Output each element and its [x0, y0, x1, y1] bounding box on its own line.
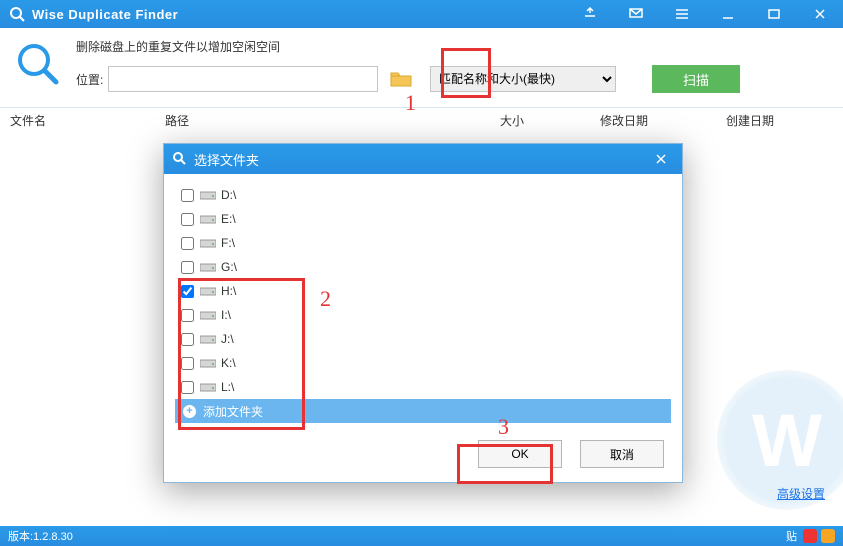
drive-icon — [200, 333, 216, 345]
drive-label: G:\ — [221, 260, 237, 274]
drive-label: J:\ — [221, 332, 234, 346]
drive-checkbox[interactable] — [181, 333, 194, 346]
drive-checkbox[interactable] — [181, 261, 194, 274]
browse-folder-button[interactable] — [382, 66, 420, 92]
drive-icon — [200, 237, 216, 249]
drive-checkbox[interactable] — [181, 189, 194, 202]
drive-list[interactable]: D:\ E:\ F:\ G:\ H:\ I:\ J:\ K:\ L:\ + 添加文… — [174, 182, 672, 424]
drive-row: I:\ — [175, 303, 671, 327]
col-path[interactable]: 路径 — [155, 112, 490, 129]
drive-row: G:\ — [175, 255, 671, 279]
header-description: 删除磁盘上的重复文件以增加空闲空间 — [76, 38, 829, 55]
menu-icon[interactable] — [659, 0, 705, 28]
drive-icon — [200, 189, 216, 201]
drive-label: D:\ — [221, 188, 236, 202]
maximize-button[interactable] — [751, 0, 797, 28]
cancel-button[interactable]: 取消 — [580, 440, 664, 468]
add-folder-label: 添加文件夹 — [203, 403, 263, 420]
dialog-title: 选择文件夹 — [194, 150, 648, 169]
drive-icon — [200, 309, 216, 321]
add-folder-row[interactable]: + 添加文件夹 — [175, 399, 671, 423]
col-modified[interactable]: 修改日期 — [590, 112, 716, 129]
drive-label: I:\ — [221, 308, 231, 322]
drive-row: F:\ — [175, 231, 671, 255]
dialog-titlebar: 选择文件夹 — [164, 144, 682, 174]
status-bar: 版本:1.2.8.30 贴 — [0, 526, 843, 546]
drive-icon — [200, 261, 216, 273]
drive-label: F:\ — [221, 236, 235, 250]
scan-button[interactable]: 扫描 — [652, 65, 740, 93]
location-input[interactable] — [108, 66, 378, 92]
drive-icon — [200, 357, 216, 369]
title-bar: Wise Duplicate Finder — [0, 0, 843, 28]
drive-checkbox[interactable] — [181, 237, 194, 250]
col-filename[interactable]: 文件名 — [0, 112, 155, 129]
drive-checkbox[interactable] — [181, 381, 194, 394]
drive-icon — [200, 285, 216, 297]
hint-icon[interactable] — [567, 0, 613, 28]
drive-label: H:\ — [221, 284, 236, 298]
drive-checkbox[interactable] — [181, 213, 194, 226]
advanced-settings-link[interactable]: 高级设置 — [777, 485, 825, 502]
close-button[interactable] — [797, 0, 843, 28]
feedback-icon[interactable] — [613, 0, 659, 28]
header-panel: 删除磁盘上的重复文件以增加空闲空间 位置: 匹配名称和大小(最快) 扫描 — [0, 28, 843, 108]
drive-icon — [200, 381, 216, 393]
folder-icon — [390, 70, 412, 88]
drive-checkbox[interactable] — [181, 285, 194, 298]
version-label: 版本:1.2.8.30 — [8, 528, 786, 544]
dialog-close-button[interactable] — [648, 147, 674, 171]
drive-icon — [200, 213, 216, 225]
app-icon — [8, 5, 26, 23]
location-label: 位置: — [76, 71, 108, 88]
drive-checkbox[interactable] — [181, 309, 194, 322]
drive-row: H:\ — [175, 279, 671, 303]
drive-label: K:\ — [221, 356, 236, 370]
drive-row: E:\ — [175, 207, 671, 231]
drive-row: L:\ — [175, 375, 671, 399]
dialog-icon — [172, 151, 188, 167]
drive-row: K:\ — [175, 351, 671, 375]
drive-checkbox[interactable] — [181, 357, 194, 370]
drive-label: E:\ — [221, 212, 236, 226]
app-title: Wise Duplicate Finder — [32, 7, 567, 22]
tray-icon-red[interactable] — [803, 529, 817, 543]
ok-button[interactable]: OK — [478, 440, 562, 468]
tray-icons: 贴 — [786, 528, 835, 544]
tray-label: 贴 — [786, 528, 797, 544]
system-buttons — [567, 0, 843, 28]
drive-row: D:\ — [175, 183, 671, 207]
col-size[interactable]: 大小 — [490, 112, 590, 129]
col-created[interactable]: 创建日期 — [716, 112, 843, 129]
plus-icon: + — [183, 405, 196, 418]
match-mode-select[interactable]: 匹配名称和大小(最快) — [430, 66, 616, 92]
magnifier-icon — [14, 40, 62, 88]
minimize-button[interactable] — [705, 0, 751, 28]
drive-label: L:\ — [221, 380, 234, 394]
select-folder-dialog: 选择文件夹 D:\ E:\ F:\ G:\ H:\ I:\ J:\ K:\ L:… — [163, 143, 683, 483]
tray-icon-orange[interactable] — [821, 529, 835, 543]
drive-row: J:\ — [175, 327, 671, 351]
